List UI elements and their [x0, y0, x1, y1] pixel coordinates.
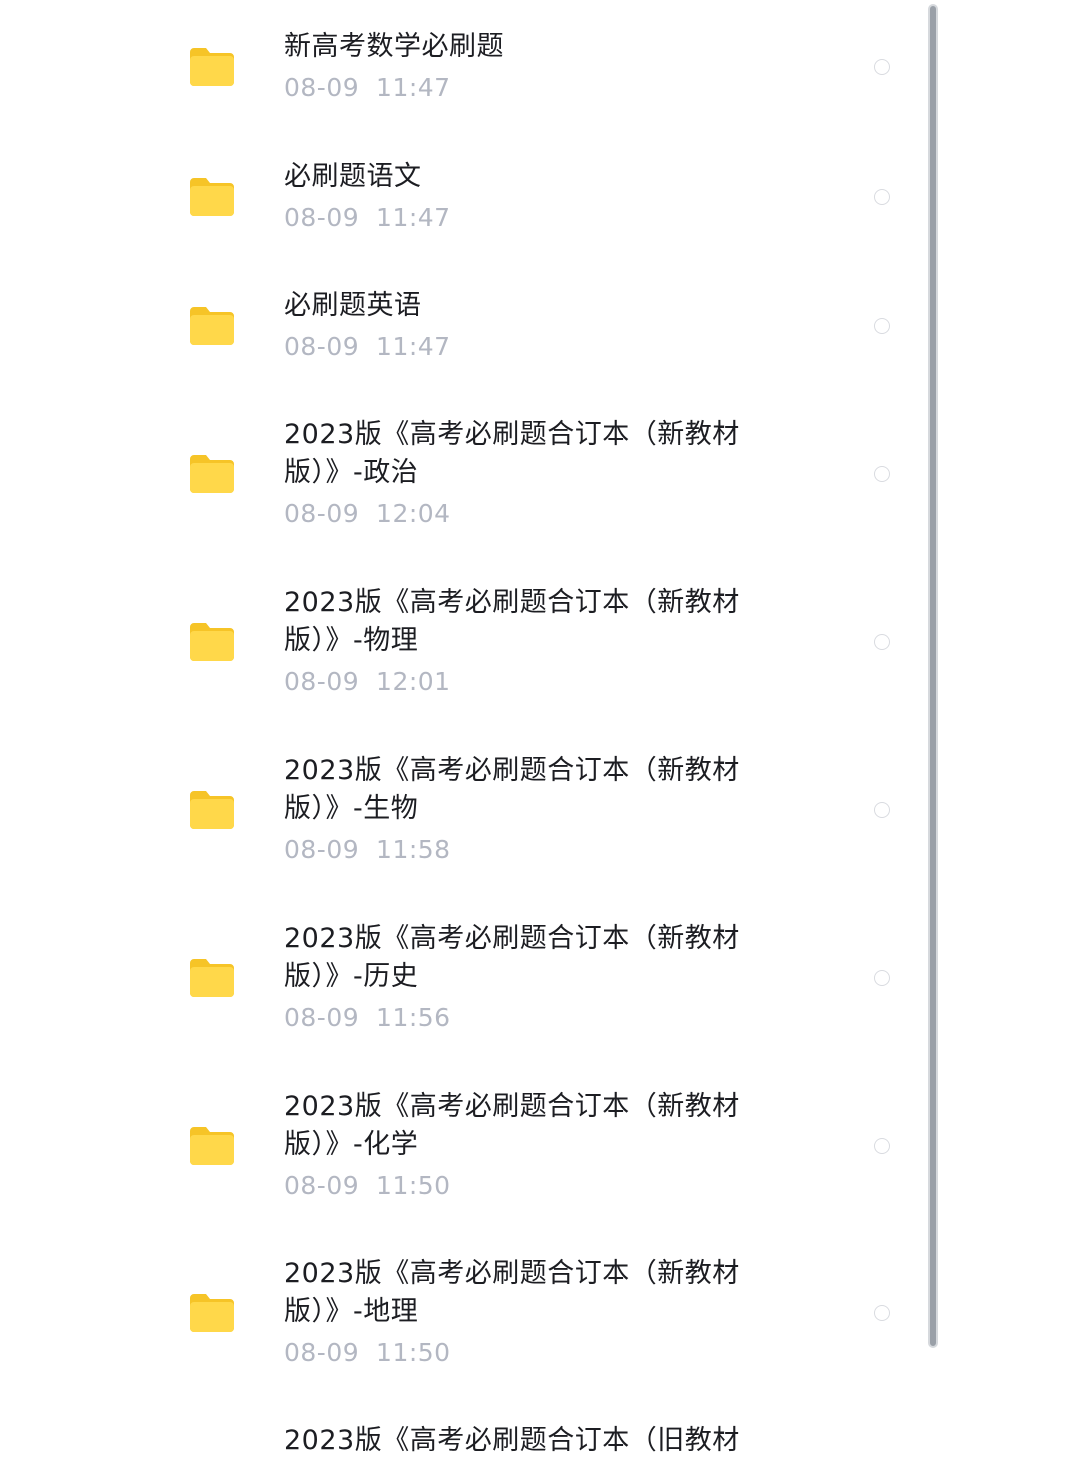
file-date: 08-09 12:01 [284, 667, 451, 696]
file-date: 08-09 11:50 [284, 1338, 451, 1367]
scrollbar-thumb[interactable] [928, 4, 938, 1348]
file-name: 必刷题语文 [284, 161, 422, 192]
folder-icon [190, 623, 234, 661]
file-name: 新高考数学必刷题 [284, 31, 504, 62]
file-name: 2023版《高考必刷题合订本（新教材版）》-生物 [284, 755, 740, 824]
file-date: 08-09 11:47 [284, 203, 451, 232]
select-radio-icon[interactable] [874, 318, 890, 334]
folder-icon [190, 455, 234, 493]
select-radio-icon[interactable] [874, 802, 890, 818]
file-name: 2023版《高考必刷题合订本（新教材版）》-化学 [284, 1091, 740, 1160]
file-date: 08-09 12:04 [284, 499, 451, 528]
select-radio-icon[interactable] [874, 1138, 890, 1154]
file-date: 08-09 11:50 [284, 1171, 451, 1200]
folder-icon [190, 791, 234, 829]
select-radio-icon[interactable] [874, 634, 890, 650]
file-name: 必刷题英语 [284, 290, 422, 321]
file-date: 08-09 11:58 [284, 835, 451, 864]
select-radio-icon[interactable] [874, 1305, 890, 1321]
file-name: 2023版《高考必刷题合订本（新教材版）》-地理 [284, 1258, 740, 1327]
file-name: 2023版《高考必刷题合订本（新教材版）》-物理 [284, 587, 740, 656]
select-radio-icon[interactable] [874, 59, 890, 75]
folder-icon [190, 959, 234, 997]
file-list: 新高考数学必刷题 08-09 11:47 必刷题语文 08-09 11:47 必… [0, 0, 1080, 1456]
folder-icon [190, 307, 234, 345]
select-radio-icon[interactable] [874, 466, 890, 482]
select-radio-icon[interactable] [874, 970, 890, 986]
file-date: 08-09 11:56 [284, 1003, 451, 1032]
select-radio-icon[interactable] [874, 189, 890, 205]
file-date: 08-09 11:47 [284, 332, 451, 361]
folder-icon [190, 1127, 234, 1165]
folder-icon [190, 48, 234, 86]
file-name: 2023版《高考必刷题合订本（旧教材 [284, 1425, 740, 1456]
file-name: 2023版《高考必刷题合订本（新教材版）》-政治 [284, 419, 740, 488]
file-date: 08-09 11:47 [284, 73, 451, 102]
folder-icon [190, 1294, 234, 1332]
file-name: 2023版《高考必刷题合订本（新教材版）》-历史 [284, 923, 740, 992]
folder-icon [190, 178, 234, 216]
